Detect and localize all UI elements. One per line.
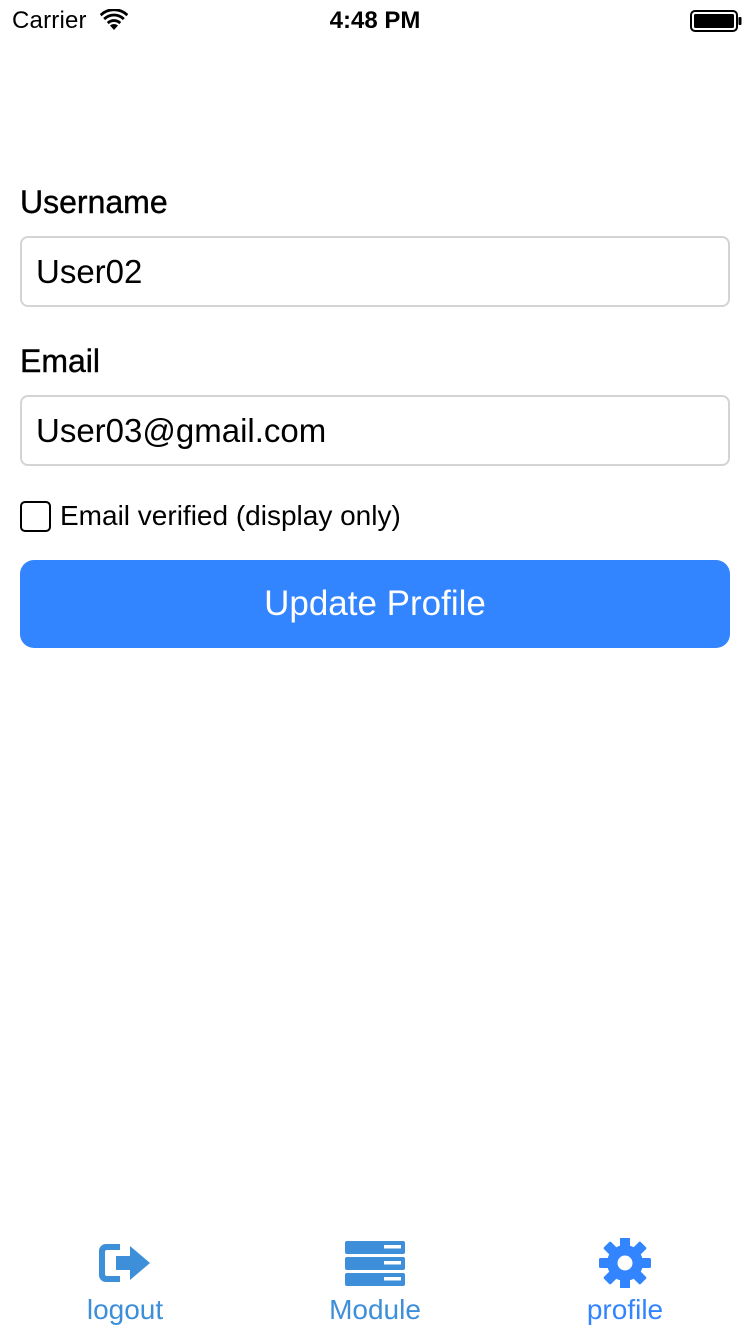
tab-profile-label: profile [586, 1294, 664, 1325]
email-input[interactable] [20, 395, 730, 466]
tab-module-label: Module [329, 1294, 421, 1325]
tab-profile[interactable]: profile [500, 1230, 750, 1334]
email-verified-row: Email verified (display only) [20, 498, 730, 534]
username-label: Username [20, 184, 168, 220]
logout-icon [99, 1244, 150, 1282]
email-label: Email [20, 343, 101, 379]
update-profile-button[interactable]: Update Profile [20, 560, 730, 648]
email-verified-checkbox[interactable] [20, 500, 51, 532]
module-icon [345, 1241, 405, 1286]
status-bar: Carrier 4:48 PM [0, 0, 750, 40]
battery-icon [690, 10, 742, 32]
tab-logout[interactable]: logout [0, 1230, 250, 1334]
gear-icon [599, 1238, 651, 1288]
tab-module[interactable]: Module [250, 1230, 500, 1334]
status-time: 4:48 PM [329, 7, 421, 34]
email-verified-label: Email verified (display only) [60, 500, 401, 531]
tab-bar: logout Module profile [0, 1230, 750, 1334]
username-input[interactable] [20, 236, 730, 307]
profile-screen: Carrier 4:48 PM Username Email Email ver… [0, 0, 750, 1334]
tab-logout-label: logout [86, 1294, 164, 1325]
profile-form: Username Email Email verified (display o… [20, 180, 730, 648]
